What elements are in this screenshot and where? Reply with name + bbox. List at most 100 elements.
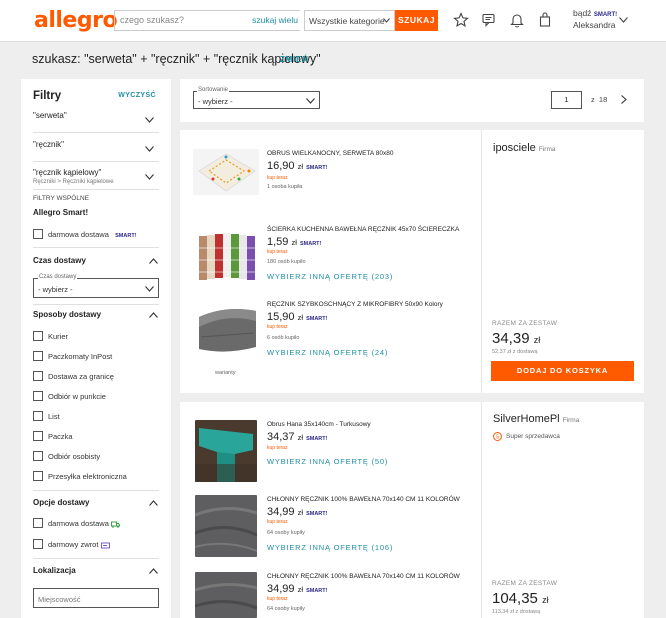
choose-other-offer-link[interactable]: WYBIERZ INNĄ OFERTĘ (50): [267, 457, 388, 466]
search-placeholder: czego szukasz?: [120, 15, 185, 25]
cart-icon[interactable]: [537, 12, 553, 28]
star-icon[interactable]: [453, 12, 469, 28]
buyers-count: 64 osoby kupiły: [267, 606, 305, 612]
category-select[interactable]: Wszystkie kategorie: [304, 10, 395, 31]
choose-other-offer-link[interactable]: WYBIERZ INNĄ OFERTĘ (24): [267, 348, 388, 357]
clear-filters-link[interactable]: WYCZYŚĆ: [118, 92, 156, 99]
sort-label: Sortowanie: [197, 87, 230, 93]
delivery-method-checkbox[interactable]: [33, 331, 43, 341]
delivery-method-checkbox[interactable]: [33, 391, 43, 401]
product-image[interactable]: [195, 572, 257, 618]
chevron-right-icon[interactable]: [621, 95, 627, 104]
page-count: z 18: [591, 95, 608, 104]
search-input[interactable]: czego szukasz? szukaj wielu: [114, 10, 300, 31]
smart-badge: SMART!: [306, 588, 328, 594]
delivery-method-label: Paczka: [48, 432, 73, 441]
change-query-link[interactable]: ZMIEŃ: [280, 55, 309, 64]
buyers-count: 1 osoba kupiła: [267, 184, 303, 190]
divider: [33, 247, 159, 248]
product-image[interactable]: [196, 299, 259, 359]
chevron-up-icon[interactable]: [149, 258, 158, 264]
delivery-method-checkbox[interactable]: [33, 431, 43, 441]
bell-icon[interactable]: [509, 12, 525, 28]
seller-name[interactable]: SilverHomePl Firma: [493, 413, 579, 425]
product-title[interactable]: RĘCZNIK SZYBKOSCHNĄCY Z MIKROFIBRY 50x90…: [267, 301, 443, 308]
product-title[interactable]: OBRUS WIELKANOCNY, SERWETA 80x80: [267, 150, 393, 157]
term-recznik-kapielowy[interactable]: "ręcznik kąpielowy": [33, 168, 101, 177]
variants-label[interactable]: warianty: [215, 370, 235, 376]
product-title[interactable]: Obrus Hana 35x140cm - Turkusowy: [267, 421, 371, 428]
account-menu[interactable]: bądź SMART! Aleksandra: [573, 8, 617, 30]
choose-other-offer-link[interactable]: WYBIERZ INNĄ OFERTĘ (106): [267, 543, 393, 552]
add-to-cart-button[interactable]: DODAJ DO KOSZYKA: [491, 361, 634, 381]
buy-now-label: kup teraz: [267, 519, 288, 525]
product-image[interactable]: [196, 230, 259, 282]
chevron-down-icon[interactable]: [145, 117, 154, 123]
filters-sidebar: Filtry WYCZYŚĆ "serweta" "ręcznik" "ręcz…: [21, 79, 171, 618]
seller-name[interactable]: iposciele Firma: [493, 142, 555, 154]
chevron-down-icon: [145, 286, 154, 292]
chevron-down-icon[interactable]: [619, 17, 628, 23]
buy-now-label: kup teraz: [267, 324, 288, 330]
product-title[interactable]: CHŁONNY RĘCZNIK 100% BAWEŁNA 70x140 CM 1…: [267, 496, 460, 503]
messages-icon[interactable]: [481, 12, 497, 28]
buy-now-label: kup teraz: [267, 249, 288, 255]
truck-icon: [111, 521, 120, 528]
delivery-method-label: Paczkomaty InPost: [48, 352, 113, 361]
delivery-method-checkbox[interactable]: [33, 451, 43, 461]
allegro-logo[interactable]: allegro: [34, 8, 118, 33]
buy-now-label: kup teraz: [267, 175, 288, 181]
delivery-time-title[interactable]: Czas dostawy: [33, 256, 86, 265]
divider: [33, 490, 159, 491]
product-title[interactable]: CHŁONNY RĘCZNIK 100% BAWEŁNA 70x140 CM 1…: [267, 573, 460, 580]
term-serweta[interactable]: "serweta": [33, 111, 67, 120]
free-return-label: darmowy zwrot: [48, 540, 110, 549]
delivery-method-checkbox[interactable]: [33, 351, 43, 361]
search-many-link[interactable]: szukaj wielu: [252, 15, 298, 25]
choose-other-offer-link[interactable]: WYBIERZ INNĄ OFERTĘ (203): [267, 272, 393, 281]
location-title[interactable]: Lokalizacja: [33, 566, 76, 575]
product-image[interactable]: [193, 149, 259, 195]
delivery-options-title[interactable]: Opcje dostawy: [33, 498, 89, 507]
allegro-smart-label: Allegro Smart!: [33, 208, 89, 217]
delivery-methods-title[interactable]: Sposoby dostawy: [33, 310, 101, 319]
chevron-down-icon: [306, 98, 315, 104]
divider: [481, 130, 482, 393]
product-price: 34,99 zł SMART!: [267, 583, 328, 595]
search-button[interactable]: SZUKAJ: [395, 10, 438, 31]
free-return-checkbox[interactable]: [33, 539, 43, 549]
term-category-path: Ręczniki > Ręczniki kąpielowe: [33, 179, 114, 185]
page-input[interactable]: 1: [551, 91, 582, 109]
product-title[interactable]: ŚCIERKA KUCHENNA BAWEŁNA RĘCZNIK 45x70 Ś…: [267, 226, 459, 233]
smart-badge: SMART!: [593, 12, 618, 18]
free-delivery-checkbox[interactable]: [33, 518, 43, 528]
divider: [33, 304, 159, 305]
set-total-with-delivery: 113,34 zł z dostawą: [492, 609, 541, 615]
term-recznik[interactable]: "ręcznik": [33, 140, 64, 149]
set-total-label: RAZEM ZA ZESTAW: [492, 580, 558, 587]
chevron-down-icon[interactable]: [145, 174, 154, 180]
divider: [33, 558, 159, 559]
product-price: 1,59 zł SMART!: [267, 236, 322, 248]
free-delivery-label: darmowa dostawa: [48, 519, 120, 528]
buyers-count: 180 osób kupiło: [267, 259, 306, 265]
account-top-text: bądź: [573, 8, 592, 18]
delivery-time-select[interactable]: Czas dostawy - wybierz -: [33, 274, 159, 298]
delivery-method-checkbox[interactable]: [33, 471, 43, 481]
delivery-method-label: Kurier: [48, 332, 69, 341]
delivery-method-label: Odbiór w punkcie: [48, 392, 106, 401]
location-input[interactable]: Miejscowość: [33, 588, 159, 608]
product-image[interactable]: [195, 420, 257, 482]
divider: [481, 402, 482, 618]
sort-select[interactable]: Sortowanie - wybierz -: [193, 87, 320, 109]
account-name: Aleksandra: [573, 20, 616, 30]
chevron-down-icon[interactable]: [145, 146, 154, 152]
chevron-up-icon[interactable]: [149, 312, 158, 318]
delivery-method-checkbox[interactable]: [33, 371, 43, 381]
chevron-up-icon[interactable]: [149, 500, 158, 506]
product-image[interactable]: [195, 495, 257, 557]
free-delivery-smart-checkbox[interactable]: [33, 229, 43, 239]
chevron-up-icon[interactable]: [149, 568, 158, 574]
buy-now-label: kup teraz: [267, 596, 288, 602]
delivery-method-checkbox[interactable]: [33, 411, 43, 421]
